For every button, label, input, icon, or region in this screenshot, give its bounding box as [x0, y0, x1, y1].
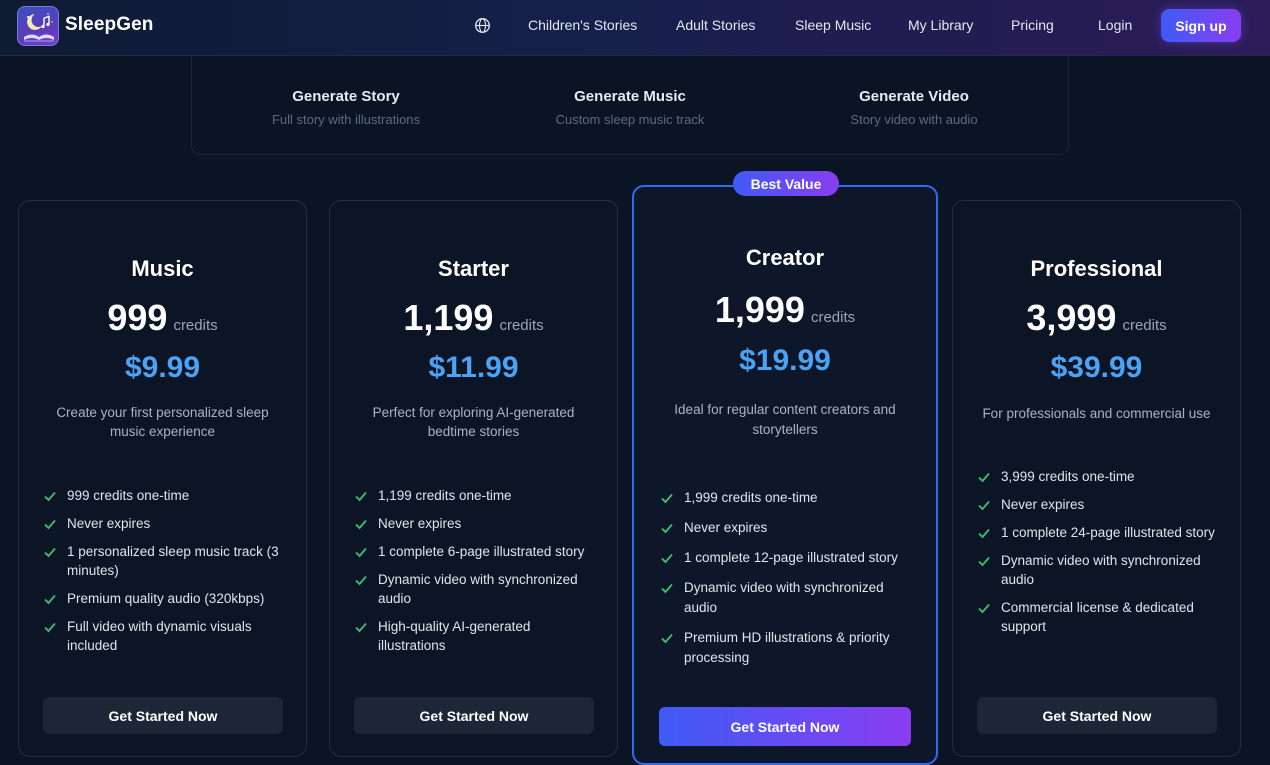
plan-name: Creator — [745, 245, 825, 270]
get-started-button[interactable]: Get Started Now — [659, 707, 911, 746]
credits-label: credits — [1122, 317, 1167, 334]
get-started-button[interactable]: Get Started Now — [354, 697, 594, 734]
feature-item: Never expires — [977, 495, 1224, 514]
plan-price: $9.99 — [124, 351, 201, 384]
plan-card-professional: Professional 3,999 credits $39.99 For pro… — [952, 200, 1241, 757]
feature-item: Dynamic video with synchronized audio — [660, 578, 920, 618]
feature-item: Dynamic video with synchronized audio — [977, 551, 1224, 589]
nav-childrens-stories[interactable]: Children's Stories — [528, 17, 637, 33]
logo-icon[interactable] — [17, 6, 59, 46]
feature-item: 999 credits one-time — [43, 486, 290, 505]
credits-label: credits — [173, 317, 218, 334]
feature-item: Never expires — [43, 514, 290, 533]
check-icon — [978, 528, 990, 539]
check-icon — [355, 491, 367, 502]
plan-price: $11.99 — [428, 351, 519, 384]
plan-description: Create your first personalized sleep mus… — [56, 405, 269, 439]
globe-icon[interactable] — [474, 17, 491, 34]
login-button[interactable]: Login — [1098, 17, 1132, 33]
feature-item: Dynamic video with synchronized audio — [354, 570, 601, 608]
plan-card-music: Music 999 credits $9.99 Create your first… — [18, 200, 307, 757]
check-icon — [355, 622, 367, 633]
feature-item: Premium quality audio (320kbps) — [43, 589, 290, 608]
plan-name: Music — [131, 256, 194, 281]
get-started-button[interactable]: Get Started Now — [43, 697, 283, 734]
check-icon — [355, 575, 367, 586]
plan-name: Starter — [438, 256, 509, 281]
plan-credits: 999 credits — [19, 297, 306, 339]
check-icon — [978, 500, 990, 511]
feature-item: 1 complete 24-page illustrated story — [977, 523, 1224, 542]
credits-amount: 1,199 — [403, 297, 494, 338]
feature-list: 1,199 credits one-time Never expires 1 c… — [354, 486, 601, 655]
nav-pricing[interactable]: Pricing — [1011, 17, 1054, 33]
nav-adult-stories[interactable]: Adult Stories — [676, 17, 755, 33]
get-started-button[interactable]: Get Started Now — [977, 697, 1217, 734]
plan-card-creator: Creator 1,999 credits $19.99 Ideal for re… — [632, 185, 938, 765]
check-icon — [44, 547, 56, 558]
feature-item: 1 personalized sleep music track (3 minu… — [43, 542, 290, 580]
check-icon — [661, 493, 673, 504]
plan-credits: 1,199 credits — [330, 297, 617, 339]
nav-my-library[interactable]: My Library — [908, 17, 973, 33]
check-icon — [661, 553, 673, 564]
plan-description: Perfect for exploring AI-generated bedti… — [372, 405, 575, 439]
feature-list: 999 credits one-time Never expires 1 per… — [43, 486, 290, 655]
generate-music-option[interactable]: Generate Music Custom sleep music track — [480, 88, 780, 127]
check-icon — [44, 519, 56, 530]
plan-price: $39.99 — [1050, 351, 1143, 384]
check-icon — [44, 622, 56, 633]
feature-item: Never expires — [660, 518, 920, 538]
credits-amount: 1,999 — [714, 289, 805, 330]
feature-item: Full video with dynamic visuals included — [43, 617, 290, 655]
feature-item: 1,999 credits one-time — [660, 488, 920, 508]
check-icon — [661, 523, 673, 534]
best-value-badge: Best Value — [733, 171, 839, 196]
credits-label: credits — [810, 309, 856, 326]
generate-video-option[interactable]: Generate Video Story video with audio — [764, 88, 1064, 127]
feature-list: 3,999 credits one-time Never expires 1 c… — [977, 467, 1224, 636]
generate-story-option[interactable]: Generate Story Full story with illustrat… — [196, 88, 496, 127]
feature-item: 1,199 credits one-time — [354, 486, 601, 505]
generate-story-title: Generate Story — [292, 88, 400, 105]
plan-price: $19.99 — [739, 344, 831, 377]
feature-list: 1,999 credits one-time Never expires 1 c… — [660, 488, 920, 668]
plan-description: For professionals and commercial use — [982, 406, 1211, 421]
check-icon — [661, 633, 673, 644]
check-icon — [978, 472, 990, 483]
credits-label: credits — [499, 317, 544, 334]
plan-card-starter: Starter 1,199 credits $11.99 Perfect for … — [329, 200, 618, 757]
check-icon — [661, 583, 673, 594]
feature-item: High-quality AI-generated illustrations — [354, 617, 601, 655]
plan-credits: 1,999 credits — [634, 289, 936, 331]
check-icon — [355, 519, 367, 530]
check-icon — [355, 547, 367, 558]
generate-options-panel: Generate Story Full story with illustrat… — [191, 56, 1069, 155]
plan-name: Professional — [1030, 256, 1163, 281]
brand-name[interactable]: SleepGen — [65, 14, 153, 36]
check-icon — [978, 603, 990, 614]
generate-music-subtitle: Custom sleep music track — [555, 112, 705, 127]
generate-story-subtitle: Full story with illustrations — [271, 112, 421, 127]
plan-description: Ideal for regular content creators and s… — [674, 402, 896, 437]
check-icon — [44, 491, 56, 502]
feature-item: Commercial license & dedicated support — [977, 598, 1224, 636]
feature-item: 3,999 credits one-time — [977, 467, 1224, 486]
top-navbar: SleepGen Children's Stories Adult Storie… — [0, 0, 1270, 56]
nav-sleep-music[interactable]: Sleep Music — [795, 17, 871, 33]
generate-video-subtitle: Story video with audio — [850, 112, 978, 127]
generate-video-title: Generate Video — [859, 88, 969, 105]
check-icon — [978, 556, 990, 567]
feature-item: 1 complete 12-page illustrated story — [660, 548, 920, 568]
plan-credits: 3,999 credits — [953, 297, 1240, 339]
feature-item: Premium HD illustrations & priority proc… — [660, 628, 920, 668]
credits-amount: 3,999 — [1026, 297, 1117, 338]
signup-button[interactable]: Sign up — [1161, 9, 1241, 42]
feature-item: 1 complete 6-page illustrated story — [354, 542, 601, 561]
feature-item: Never expires — [354, 514, 601, 533]
credits-amount: 999 — [107, 297, 168, 338]
generate-music-title: Generate Music — [574, 88, 686, 105]
check-icon — [44, 594, 56, 605]
